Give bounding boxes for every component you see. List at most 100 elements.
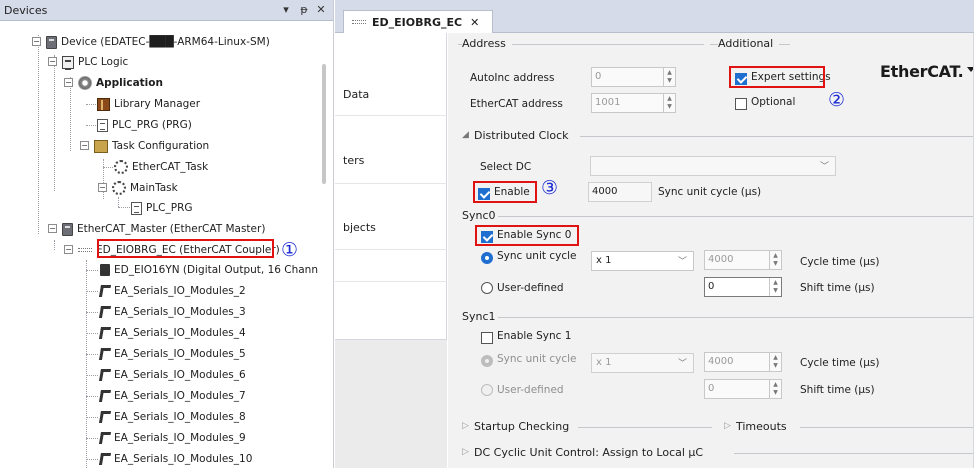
- tree-item-label: EA_Serials_IO_Modules_6: [114, 369, 246, 381]
- autoinc-address-value: 0: [595, 71, 602, 82]
- devices-panel: Devices ▾ ᵽ ✕ − Device (EDATEC-███-ARM64…: [0, 0, 334, 468]
- sync0-sync-unit-label: Sync unit cycle: [497, 250, 577, 262]
- module-icon: [100, 264, 110, 276]
- expand-application-icon[interactable]: −: [64, 78, 73, 87]
- sync0-cycle-field: 4000 ▲ ▼: [704, 250, 782, 270]
- highlight-coupler: [97, 239, 274, 258]
- editor-area: ED_EIOBRG_EC ✕ Data ters bjects Address …: [335, 0, 974, 468]
- tree-item-label: EtherCAT_Task: [132, 161, 209, 173]
- tree-scrollbar-thumb[interactable]: [322, 64, 326, 184]
- tree-item-io-module[interactable]: EA_Serials_IO_Modules_2: [98, 281, 246, 301]
- tree-item-io-module[interactable]: EA_Serials_IO_Modules_3: [98, 302, 246, 322]
- io-module-icon: [98, 348, 112, 360]
- section-additional-title: Additional: [718, 37, 780, 50]
- dc-cycle-value: 4000: [592, 186, 618, 197]
- select-dc-combo[interactable]: ﹀: [590, 156, 836, 176]
- tree-item-ed-eio16yn[interactable]: ED_EIO16YN (Digital Output, 16 Channels: [100, 260, 318, 280]
- tree-item-application[interactable]: Application: [78, 73, 163, 93]
- highlight-expert-settings: [729, 66, 825, 88]
- ethercat-address-label: EtherCAT address: [470, 98, 563, 110]
- startup-expand-icon[interactable]: ▷: [462, 421, 475, 431]
- tree-item-io-module[interactable]: EA_Serials_IO_Modules_9: [98, 428, 246, 448]
- task-icon: [114, 160, 128, 174]
- coupler-icon: [352, 20, 366, 24]
- tree-item-plc-logic[interactable]: PLC Logic: [62, 52, 128, 72]
- sync0-shift-field[interactable]: 0 ▲ ▼: [704, 277, 782, 297]
- tree-item-plc-prg-call[interactable]: PLC_PRG: [131, 198, 193, 218]
- expand-device-icon[interactable]: −: [32, 37, 41, 46]
- tree-item-label: EtherCAT_Master (EtherCAT Master): [77, 223, 266, 235]
- expand-ethercat-master-icon[interactable]: −: [48, 224, 57, 233]
- nav-item-data[interactable]: Data: [343, 88, 369, 101]
- tab-close-icon[interactable]: ✕: [470, 16, 479, 29]
- tree-item-io-module[interactable]: EA_Serials_IO_Modules_6: [98, 365, 246, 385]
- tree-item-task-configuration[interactable]: Task Configuration: [94, 136, 209, 156]
- dc-cycle-label: Sync unit cycle (µs): [658, 186, 762, 198]
- dc-cycle-field[interactable]: 4000: [588, 182, 652, 202]
- optional-checkbox[interactable]: [735, 98, 747, 110]
- dc-collapse-icon[interactable]: ◢: [462, 130, 475, 140]
- nav-item-objects[interactable]: bjects: [343, 221, 376, 234]
- spin-arrows-icon: ▲ ▼: [663, 94, 675, 112]
- devices-panel-header: Devices ▾ ᵽ ✕: [0, 0, 333, 21]
- tree-item-label: EA_Serials_IO_Modules_5: [114, 348, 246, 360]
- tree-item-label: PLC_PRG (PRG): [112, 119, 192, 131]
- tree-item-label: EA_Serials_IO_Modules_3: [114, 306, 246, 318]
- sync1-cycle-field: 4000 ▲ ▼: [704, 352, 782, 372]
- section-sync0-title: Sync0: [462, 209, 502, 222]
- sync0-multiplier-combo[interactable]: x 1 ﹀: [591, 251, 694, 271]
- timeouts-expand-icon[interactable]: ▷: [724, 421, 737, 431]
- sync0-user-defined-label: User-defined: [497, 282, 564, 294]
- program-call-icon: [131, 201, 142, 215]
- spin-arrows-icon: ▲ ▼: [769, 251, 781, 269]
- ethercat-address-field: 1001 ▲ ▼: [591, 93, 676, 113]
- tree-item-label: EA_Serials_IO_Modules_10: [114, 453, 253, 465]
- spin-arrows-icon[interactable]: ▲ ▼: [769, 278, 781, 296]
- program-icon: [97, 118, 108, 132]
- section-dc-title[interactable]: Distributed Clock: [474, 129, 575, 142]
- tree-item-io-module[interactable]: EA_Serials_IO_Modules_8: [98, 407, 246, 427]
- tree-item-ethercat-master[interactable]: EtherCAT_Master (EtherCAT Master): [62, 219, 265, 239]
- panel-close-button[interactable]: ✕: [315, 3, 327, 17]
- tree-item-library-manager[interactable]: Library Manager: [97, 94, 200, 114]
- dc-cyclic-expand-icon[interactable]: ▷: [462, 447, 475, 457]
- tree-item-plc-prg[interactable]: PLC_PRG (PRG): [97, 115, 192, 135]
- annotation-1: ①: [281, 239, 299, 261]
- nav-item-parameters[interactable]: ters: [343, 154, 364, 167]
- section-dc-cyclic[interactable]: DC Cyclic Unit Control: Assign to Local …: [474, 446, 710, 459]
- expand-task-config-icon[interactable]: −: [80, 141, 89, 150]
- tree-item-device[interactable]: Device (EDATEC-███-ARM64-Linux-SM): [46, 32, 270, 52]
- io-module-icon: [98, 411, 112, 423]
- expand-plc-logic-icon[interactable]: −: [48, 57, 57, 66]
- sync1-shift-label: Shift time (µs): [800, 384, 875, 396]
- tree-item-label: MainTask: [130, 182, 178, 194]
- enable-sync1-checkbox[interactable]: [481, 332, 493, 344]
- tree-scrollbar[interactable]: [320, 44, 330, 468]
- tree-item-io-module[interactable]: EA_Serials_IO_Modules_4: [98, 323, 246, 343]
- highlight-enable-sync0: [475, 225, 579, 246]
- tab-ed-eiobrg-ec[interactable]: ED_EIOBRG_EC ✕: [343, 10, 493, 33]
- tree-item-ethercat-task[interactable]: EtherCAT_Task: [114, 157, 208, 177]
- expand-maintask-icon[interactable]: −: [98, 183, 107, 192]
- section-startup-checking[interactable]: Startup Checking: [474, 420, 576, 433]
- panel-pin-button[interactable]: ᵽ: [298, 3, 310, 17]
- sync1-shift-field: 0 ▲ ▼: [704, 379, 782, 399]
- section-timeouts[interactable]: Timeouts: [736, 420, 793, 433]
- task-config-icon: [94, 139, 108, 153]
- annotation-3: ③: [541, 177, 559, 199]
- chevron-down-icon: ﹀: [677, 359, 687, 369]
- sync0-user-defined-radio[interactable]: [481, 282, 493, 294]
- panel-dropdown-button[interactable]: ▾: [280, 3, 292, 17]
- select-dc-label: Select DC: [480, 161, 532, 173]
- tree-item-io-module[interactable]: EA_Serials_IO_Modules_10: [98, 449, 253, 468]
- sync1-cycle-value: 4000: [708, 356, 734, 367]
- expand-coupler-icon[interactable]: −: [64, 245, 73, 254]
- tree-item-io-module[interactable]: EA_Serials_IO_Modules_7: [98, 386, 246, 406]
- tree-item-maintask[interactable]: MainTask: [112, 178, 178, 198]
- sync1-user-defined-radio: [481, 384, 493, 396]
- tree-item-io-module[interactable]: EA_Serials_IO_Modules_5: [98, 344, 246, 364]
- tree-item-label: EA_Serials_IO_Modules_4: [114, 327, 246, 339]
- section-sync1-title: Sync1: [462, 310, 502, 323]
- sync0-sync-unit-radio[interactable]: [481, 252, 493, 264]
- io-module-icon: [98, 390, 112, 402]
